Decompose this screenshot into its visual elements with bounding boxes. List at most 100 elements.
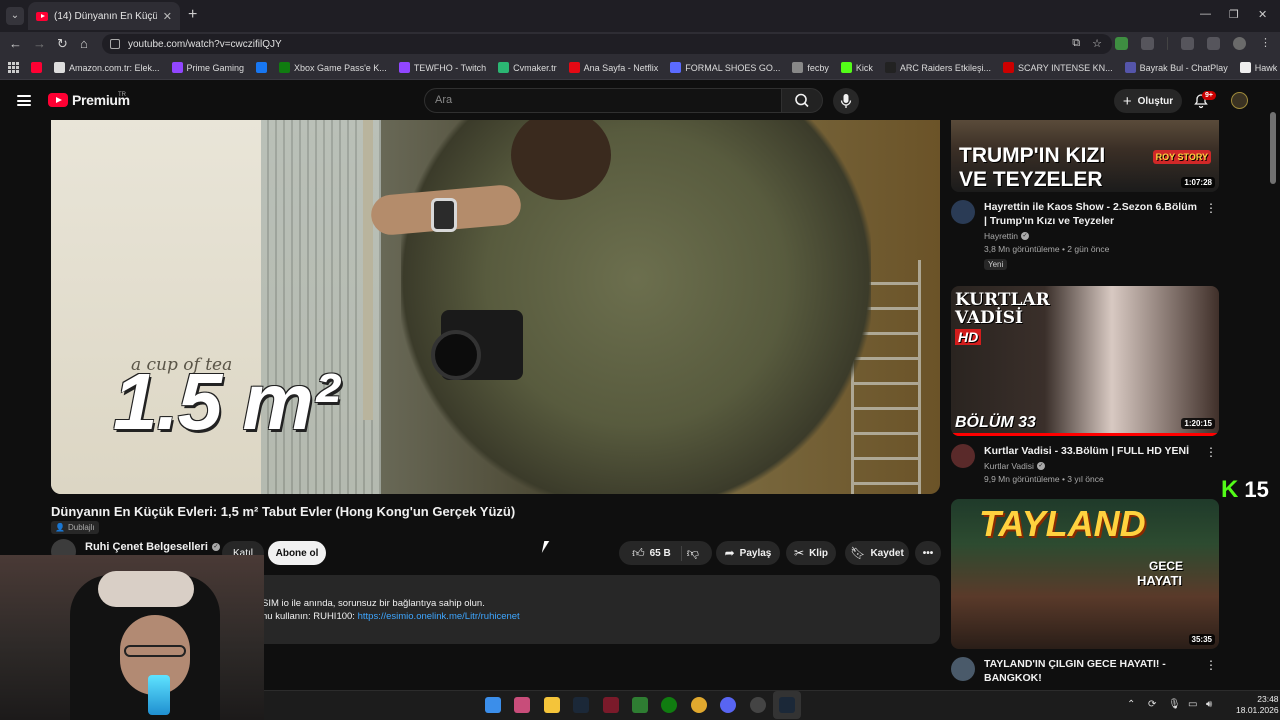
bookmark-item[interactable]: Ana Sayfa - Netflix xyxy=(568,62,658,73)
channel-avatar[interactable] xyxy=(951,444,975,468)
verified-check-icon: ✓ xyxy=(211,543,220,551)
install-app-icon[interactable]: ⧉ xyxy=(1072,37,1080,50)
clip-label: Klip xyxy=(809,547,828,559)
more-vertical-icon[interactable]: ⋮ xyxy=(1205,658,1217,672)
search-button[interactable] xyxy=(781,88,823,113)
recommended-video-1[interactable]: TRUMP'IN KIZI VE TEYZELER ROY STORY 1:07… xyxy=(951,120,1219,272)
bookmark-label: Bayrak Bul - ChatPlay xyxy=(1139,62,1228,73)
channel-avatar[interactable] xyxy=(951,657,975,681)
dubbed-badge: 👤 Dublajlı xyxy=(51,521,99,534)
xbox-icon[interactable] xyxy=(661,697,677,713)
chrome-icon[interactable] xyxy=(691,697,707,713)
bookmark-label: Prime Gaming xyxy=(186,62,245,73)
bookmark-star-icon[interactable]: ☆ xyxy=(1092,37,1102,50)
forward-icon[interactable]: → xyxy=(33,36,46,51)
description-line-2: nu kullanın: RUHI100: https://esimio.one… xyxy=(262,611,520,622)
reading-list-icon[interactable] xyxy=(1207,37,1220,50)
bookmark-item[interactable] xyxy=(31,62,42,73)
voice-search-button[interactable] xyxy=(833,88,859,114)
bookmark-item[interactable]: Xbox Game Pass'e K... xyxy=(279,62,387,73)
video-title[interactable]: Kurtlar Vadisi - 33.Bölüm | FULL HD YENİ xyxy=(984,444,1201,458)
video-title[interactable]: Hayrettin ile Kaos Show - 2.Sezon 6.Bölü… xyxy=(984,200,1201,228)
thumbnail[interactable]: TAYLAND GECE HAYATI 35:35 xyxy=(951,499,1219,649)
file-explorer-icon[interactable] xyxy=(544,697,560,713)
tray-app-icon[interactable]: ⟳ xyxy=(1148,699,1156,710)
discord-icon[interactable] xyxy=(720,697,736,713)
site-info-icon[interactable] xyxy=(110,39,120,49)
address-bar[interactable]: youtube.com/watch?v=cwczifilQJY ⧉ ☆ xyxy=(102,34,1112,54)
channel-name-row[interactable]: Hayrettin ✓ xyxy=(984,231,1201,241)
bookmark-item[interactable] xyxy=(256,62,268,73)
extension-shield-icon[interactable] xyxy=(1115,37,1128,50)
taskbar-app-icon[interactable] xyxy=(514,697,530,713)
thumbnail[interactable]: KURTLAR VADİSİ HD BÖLÜM 33 1:20:15 xyxy=(951,286,1219,436)
browser-tab-active[interactable]: (14) Dünyanın En Küçük Evleri: 1,5 m² Ta… xyxy=(28,2,180,30)
page-scrollbar[interactable] xyxy=(1270,112,1276,184)
tray-volume-icon[interactable]: 🔊︎ xyxy=(1206,699,1212,710)
taskbar-app-icon[interactable] xyxy=(750,697,766,713)
clock-date: 18.01.2026 xyxy=(1236,705,1279,715)
more-vertical-icon[interactable]: ⋮ xyxy=(1205,445,1217,459)
hawk-icon xyxy=(1239,62,1251,73)
bookmark-item[interactable]: Amazon.com.tr: Elek... xyxy=(54,62,160,73)
start-menu-icon[interactable] xyxy=(485,697,501,713)
subscribe-button[interactable]: Abone ol xyxy=(268,541,326,565)
bookmark-label: fecby xyxy=(807,62,829,73)
recommended-video-2[interactable]: KURTLAR VADİSİ HD BÖLÜM 33 1:20:15 Kurtl… xyxy=(951,286,1219,484)
bookmark-item[interactable]: Prime Gaming xyxy=(171,62,245,73)
hamburger-menu-icon[interactable] xyxy=(17,95,31,106)
bookmark-item[interactable]: TEWFHO - Twitch xyxy=(398,62,486,73)
channel-name-link[interactable]: Ruhi Çenet Belgeselleri ✓ xyxy=(85,541,220,553)
like-dislike-group: 👍︎ 65 B 👎︎ xyxy=(619,541,712,565)
more-actions-button[interactable]: ••• xyxy=(915,541,941,565)
apps-grid-icon[interactable] xyxy=(8,62,19,73)
bookmark-item[interactable]: fecby xyxy=(792,62,829,73)
bookmark-item[interactable]: Hawk Gaming Chair... xyxy=(1239,62,1280,73)
streamer-webcam xyxy=(0,555,264,720)
channel-avatar[interactable] xyxy=(951,200,975,224)
dislike-button[interactable]: 👎︎ xyxy=(687,546,699,561)
reload-icon[interactable]: ↻ xyxy=(57,36,68,52)
browser-menu-icon[interactable]: ⋮ xyxy=(1259,37,1272,50)
bookmark-item[interactable]: Kick xyxy=(840,62,873,73)
steam-icon[interactable] xyxy=(573,697,589,713)
tray-display-icon[interactable]: ▭ xyxy=(1188,699,1197,710)
description-link[interactable]: https://esimio.onelink.me/Litr/ruhicenet xyxy=(358,611,520,622)
bookmark-item[interactable]: Bayrak Bul - ChatPlay xyxy=(1124,62,1228,73)
bookmark-item[interactable]: SCARY INTENSE KN... xyxy=(1002,62,1113,73)
channel-name-row[interactable]: Kurtlar Vadisi ✓ xyxy=(984,461,1201,471)
account-avatar[interactable] xyxy=(1231,92,1248,109)
save-button[interactable]: 🔖︎ Kaydet xyxy=(845,541,909,565)
bookmark-item[interactable]: FORMAL SHOES GO... xyxy=(670,62,780,73)
tray-mic-icon[interactable]: 🎙︎ xyxy=(1168,699,1181,710)
share-button[interactable]: ➦ Paylaş xyxy=(716,541,780,565)
new-tab-icon[interactable]: + xyxy=(188,6,197,24)
clip-button[interactable]: ✂ Klip xyxy=(786,541,836,565)
video-player[interactable]: a cup of tea 1.5 m² xyxy=(51,120,940,494)
tab-search-button[interactable]: ⌄ xyxy=(6,7,24,25)
profile-avatar-icon[interactable] xyxy=(1233,37,1246,50)
back-icon[interactable]: ← xyxy=(9,36,22,51)
search-input[interactable]: Ara xyxy=(424,88,782,113)
close-window-icon[interactable]: ✕ xyxy=(1258,8,1267,21)
bookmark-item[interactable]: Cvmaker.tr xyxy=(498,62,557,73)
create-button[interactable]: + Oluştur xyxy=(1114,89,1182,113)
extensions-puzzle-icon[interactable] xyxy=(1141,37,1154,50)
home-icon[interactable]: ⌂ xyxy=(80,36,88,51)
taskbar-app-icon[interactable] xyxy=(603,697,619,713)
toolbar-divider xyxy=(1167,37,1168,50)
bookmark-item[interactable]: ARC Raiders Etkileşi... xyxy=(884,62,991,73)
taskbar-app-icon[interactable] xyxy=(632,697,648,713)
restore-icon[interactable]: ❐ xyxy=(1229,8,1239,21)
tray-expand-icon[interactable]: ⌃ xyxy=(1127,699,1135,710)
steam-active-icon[interactable] xyxy=(779,697,795,713)
translate-icon[interactable] xyxy=(1181,37,1194,50)
minimize-icon[interactable]: — xyxy=(1200,8,1211,20)
taskbar-clock[interactable]: 23:48 18.01.2026 xyxy=(1236,694,1279,716)
recommended-video-3[interactable]: TAYLAND GECE HAYATI 35:35 TAYLAND'IN ÇIL… xyxy=(951,499,1219,685)
like-button[interactable]: 👍︎ 65 B xyxy=(632,545,682,561)
video-title[interactable]: TAYLAND'IN ÇILGIN GECE HAYATI! - BANGKOK… xyxy=(984,657,1201,685)
more-vertical-icon[interactable]: ⋮ xyxy=(1205,201,1217,215)
tab-close-icon[interactable]: ✕ xyxy=(163,10,172,23)
thumbnail[interactable]: TRUMP'IN KIZI VE TEYZELER ROY STORY 1:07… xyxy=(951,120,1219,192)
